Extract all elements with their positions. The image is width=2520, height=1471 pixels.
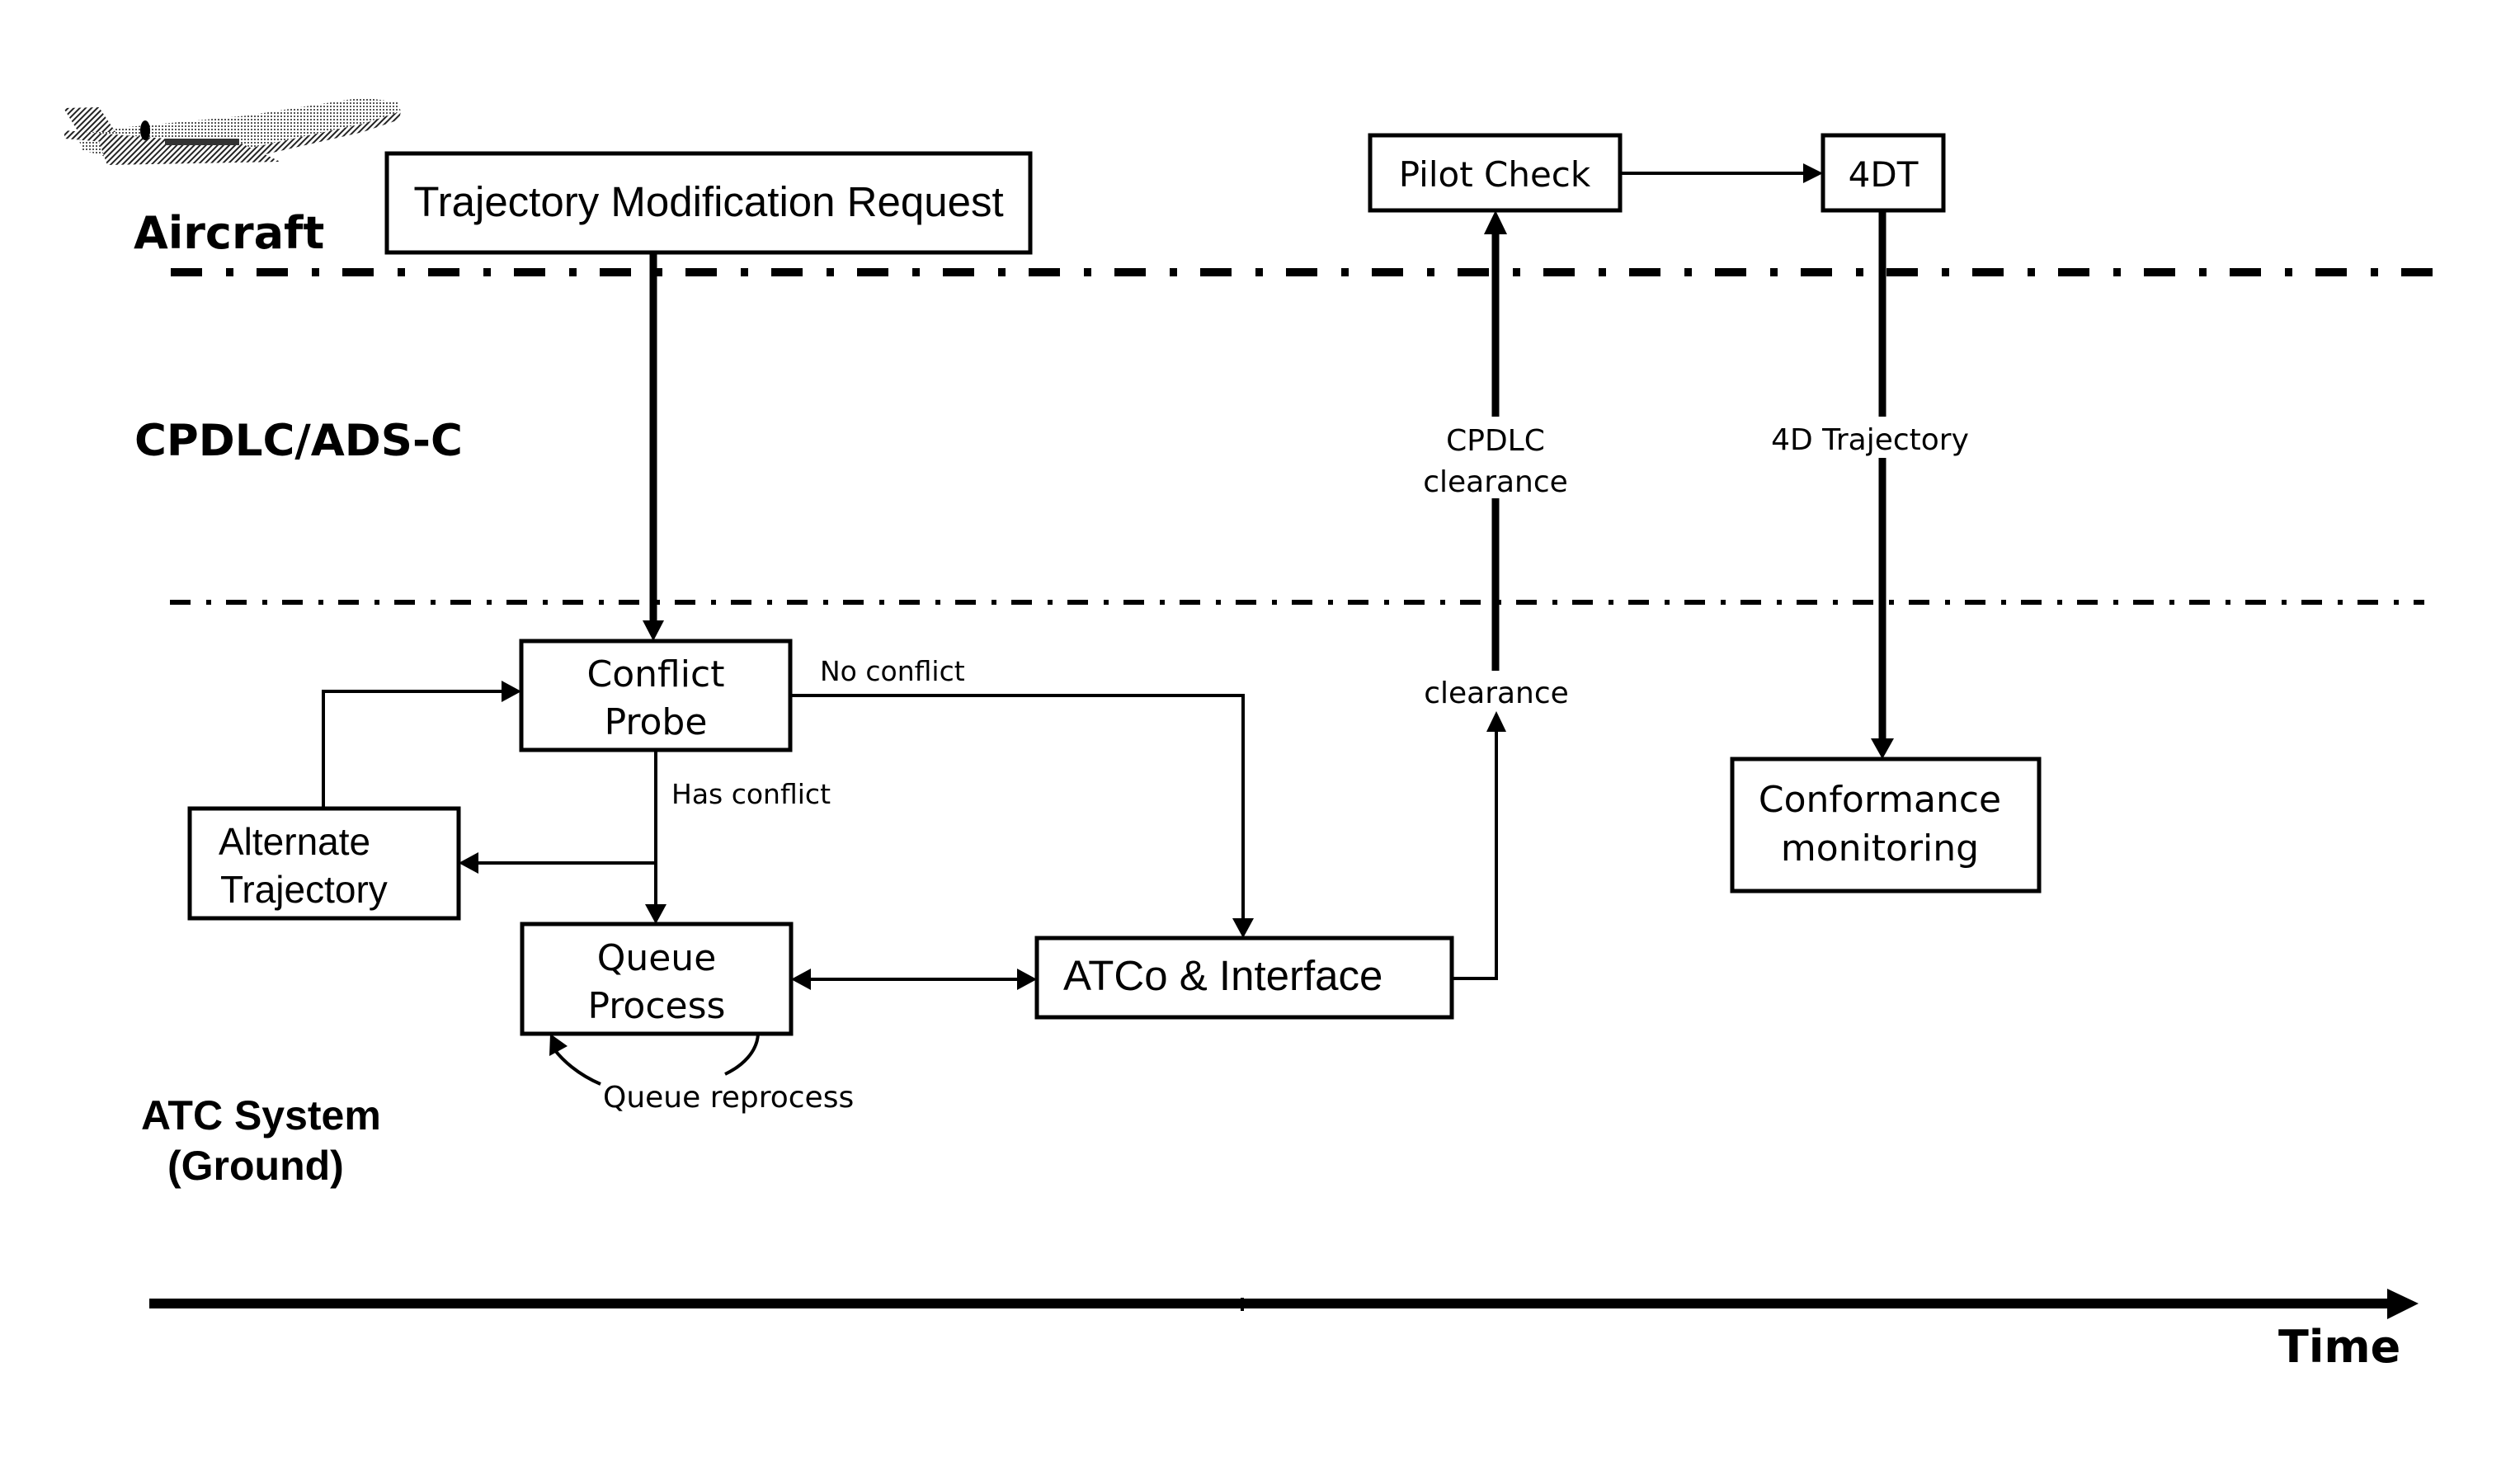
edge-label-queue-reprocess: Queue reprocess: [603, 1081, 854, 1115]
edge-4d-trajectory: [1871, 210, 1894, 759]
lane-label-cpdlc-ads-c: CPDLC/ADS-C: [134, 416, 463, 466]
edge-no-conflict: [790, 694, 1254, 938]
node-label-line1: Queue: [597, 937, 717, 979]
node-label: 4DT: [1849, 154, 1919, 195]
edge-has-conflict: [645, 750, 667, 924]
edge-pilot-to-4dt: [1620, 163, 1823, 183]
edge-label-no-conflict: No conflict: [820, 655, 965, 687]
node-label-line2: monitoring: [1781, 827, 1979, 870]
node-label: ATCo & Interface: [1063, 952, 1382, 999]
edge-queue-reprocess-loop: [549, 1033, 760, 1086]
edge-label-cpdlc: CPDLC: [1446, 424, 1545, 458]
edge-tmr-to-conflict-probe: [643, 252, 664, 641]
node-label-line2: Trajectory: [220, 868, 388, 911]
edge-label-cpdlc-clearance: clearance: [1423, 465, 1568, 499]
lane-label-ground: (Ground): [167, 1143, 344, 1189]
lane-label-atc-system: ATC System: [141, 1092, 381, 1139]
node-label: Pilot Check: [1399, 154, 1591, 195]
node-pilot-check[interactable]: Pilot Check: [1368, 133, 1623, 213]
edge-queue-atco-bidirectional: [791, 969, 1037, 990]
node-label: Trajectory Modification Request: [413, 178, 1003, 225]
node-queue-process[interactable]: Queue Process: [520, 922, 794, 1036]
node-label-line2: Process: [588, 985, 726, 1027]
lane-label-aircraft: Aircraft: [134, 207, 324, 259]
node-4dt[interactable]: 4DT: [1821, 133, 1946, 213]
node-trajectory-modification-request[interactable]: Trajectory Modification Request: [384, 151, 1033, 255]
node-label-line1: Conflict: [587, 653, 725, 695]
time-axis: [149, 1289, 2419, 1319]
edge-label-has-conflict: Has conflict: [671, 778, 831, 810]
edge-atco-clearance: [1452, 711, 1506, 980]
edge-conflict-to-alternate: [459, 852, 656, 874]
atc-flow-diagram: Aircraft CPDLC/ADS-C ATC System (Ground)…: [64, 97, 2440, 1373]
node-label-line1: Alternate: [219, 820, 370, 863]
time-axis-label: Time: [2278, 1321, 2400, 1373]
node-alternate-trajectory[interactable]: Alternate Trajectory: [187, 806, 461, 921]
edge-label-clearance: clearance: [1424, 677, 1569, 710]
node-label-line1: Conformance: [1759, 779, 2001, 821]
edge-alternate-to-conflict-probe: [322, 681, 521, 809]
node-atco-interface[interactable]: ATCo & Interface: [1034, 936, 1454, 1020]
node-conformance-monitoring[interactable]: Conformance monitoring: [1730, 757, 2042, 893]
edge-label-4d-trajectory: 4D Trajectory: [1771, 423, 1969, 457]
airplane-icon: [64, 97, 401, 165]
node-conflict-probe[interactable]: Conflict Probe: [519, 639, 793, 752]
node-label-line2: Probe: [605, 701, 708, 743]
